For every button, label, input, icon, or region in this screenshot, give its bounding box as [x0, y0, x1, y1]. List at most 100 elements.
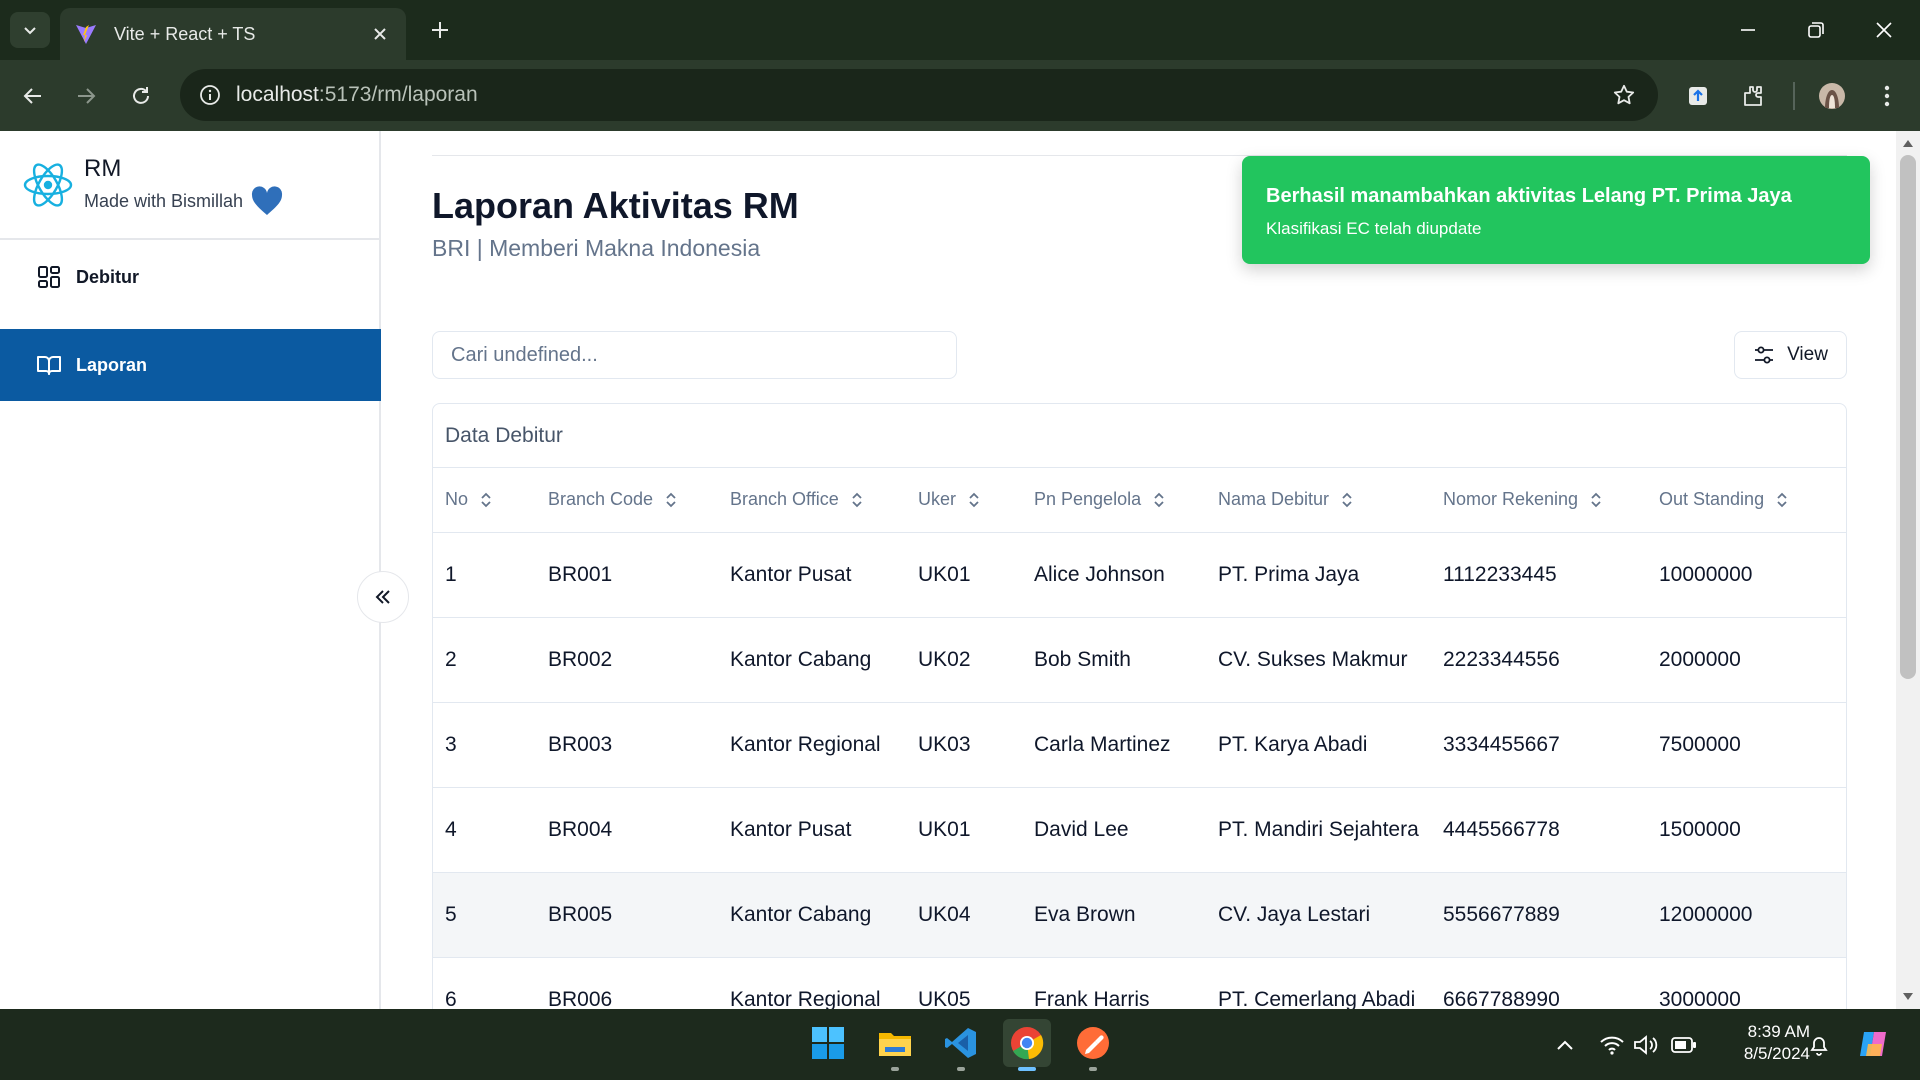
vscode-icon[interactable]: [937, 1019, 985, 1071]
sort-chevrons-icon[interactable]: [849, 491, 865, 509]
table-cell: UK04: [906, 872, 1022, 958]
sidebar-item-debitur[interactable]: Debitur: [0, 241, 381, 313]
table-cell: 1500000: [1647, 787, 1846, 873]
tab-search-button[interactable]: [10, 12, 50, 48]
data-table: Data Debitur No Branch Code Branch Office U…: [432, 403, 1847, 1009]
browser-tab[interactable]: Vite + React + TS: [60, 8, 406, 60]
column-header[interactable]: No: [433, 468, 536, 533]
table-cell: 2223344556: [1431, 617, 1647, 703]
table-cell: Kantor Cabang: [718, 872, 906, 958]
extensions-puzzle-icon[interactable]: [1735, 78, 1771, 114]
address-bar[interactable]: localhost:5173/rm/laporan: [180, 69, 1658, 121]
reload-button[interactable]: [123, 78, 159, 114]
forward-button[interactable]: [68, 78, 104, 114]
sort-chevrons-icon[interactable]: [1588, 491, 1604, 509]
column-header-content: Out Standing: [1659, 489, 1790, 510]
column-header-label: Nomor Rekening: [1443, 489, 1579, 510]
extension-download-icon[interactable]: [1680, 78, 1716, 114]
volume-icon[interactable]: [1632, 1031, 1660, 1059]
sort-chevrons-icon[interactable]: [1151, 491, 1167, 509]
table-row[interactable]: 2 BR002 Kantor Cabang UK02 Bob Smith CV. Suks…: [433, 617, 1846, 703]
table-cell: 2000000: [1647, 617, 1846, 703]
column-header[interactable]: Nama Debitur: [1206, 468, 1431, 533]
reload-icon: [133, 87, 149, 104]
table-cell: BR006: [536, 957, 718, 1009]
scroll-up-arrow-icon[interactable]: [1902, 139, 1914, 149]
toolbar-separator: [1793, 82, 1795, 110]
table-row[interactable]: 4 BR004 Kantor Pusat UK01 David Lee PT. Mandi…: [433, 787, 1846, 873]
table-header-row: No Branch Code Branch Office Uker Pn Pengelo…: [433, 468, 1846, 533]
view-button-label: View: [1787, 344, 1828, 365]
table-row[interactable]: 6 BR006 Kantor Regional UK05 Frank Harris PT.…: [433, 957, 1846, 1009]
bookmark-star-icon[interactable]: [1606, 77, 1642, 113]
table-row[interactable]: 1 BR001 Kantor Pusat UK01 Alice Johnson PT. P…: [433, 532, 1846, 618]
table-cell: UK01: [906, 532, 1022, 618]
tab-title: Vite + React + TS: [114, 23, 256, 44]
table-cell: Carla Martinez: [1022, 702, 1206, 788]
running-indicator: [891, 1067, 899, 1071]
sort-chevrons-icon[interactable]: [478, 491, 494, 509]
profile-avatar[interactable]: [1814, 78, 1850, 114]
table-cell: UK01: [906, 787, 1022, 873]
notification-bell-icon[interactable]: [1805, 1031, 1833, 1059]
table-cell: PT. Karya Abadi: [1206, 702, 1431, 788]
postman-icon[interactable]: [1069, 1019, 1117, 1071]
column-header-content: Branch Code: [548, 489, 679, 510]
column-header[interactable]: Uker: [906, 468, 1022, 533]
table-row[interactable]: 5 BR005 Kantor Cabang UK04 Eva Brown CV. Jaya…: [433, 872, 1846, 958]
column-header-label: Branch Office: [730, 489, 839, 510]
page-title: Laporan Aktivitas RM: [432, 185, 799, 226]
running-indicator: [1018, 1067, 1036, 1071]
success-toast[interactable]: Berhasil manambahkan aktivitas Lelang PT…: [1242, 156, 1870, 264]
app-tagline: Made with Bismillah: [84, 191, 244, 211]
taskbar-clock[interactable]: 8:39 AM 8/5/2024: [1720, 1021, 1810, 1065]
sort-chevrons-icon[interactable]: [663, 491, 679, 509]
search-input[interactable]: [432, 331, 957, 379]
clock-date: 8/5/2024: [1743, 1044, 1810, 1063]
sidebar-item-label: Laporan: [76, 354, 148, 375]
chevrons-left-icon: [375, 590, 390, 604]
wifi-icon[interactable]: [1598, 1031, 1626, 1059]
sort-chevrons-icon[interactable]: [1774, 491, 1790, 509]
table-cell: PT. Cemerlang Abadi: [1206, 957, 1431, 1009]
new-tab-button[interactable]: [424, 14, 456, 46]
sliders-icon: [1755, 346, 1774, 364]
table-cell: 10000000: [1647, 532, 1846, 618]
arrow-left-icon: [23, 88, 41, 104]
column-header-label: No: [445, 489, 469, 510]
view-options-button[interactable]: View: [1734, 331, 1847, 379]
column-header[interactable]: Branch Code: [536, 468, 718, 533]
scroll-down-arrow-icon[interactable]: [1902, 991, 1914, 1001]
minimize-button[interactable]: [1732, 14, 1764, 46]
file-explorer-icon[interactable]: [871, 1019, 919, 1071]
browser-menu-button[interactable]: [1869, 78, 1905, 114]
column-header[interactable]: Branch Office: [718, 468, 906, 533]
toast-title: Berhasil manambahkan aktivitas Lelang PT…: [1266, 185, 1792, 207]
sort-chevrons-icon[interactable]: [1339, 491, 1355, 509]
column-header[interactable]: Out Standing: [1647, 468, 1846, 533]
column-header[interactable]: Pn Pengelola: [1022, 468, 1206, 533]
app-name: RM: [84, 155, 122, 182]
table-row[interactable]: 3 BR003 Kantor Regional UK03 Carla Martinez P…: [433, 702, 1846, 788]
table-cell: 4: [433, 787, 536, 873]
site-info-icon[interactable]: [194, 79, 226, 111]
sort-chevrons-icon[interactable]: [966, 491, 982, 509]
battery-icon[interactable]: [1670, 1031, 1698, 1059]
minimize-icon: [1741, 29, 1755, 31]
sidebar-item-laporan[interactable]: Laporan: [0, 329, 381, 401]
scrollbar-thumb[interactable]: [1900, 155, 1916, 679]
page-scrollbar[interactable]: [1896, 131, 1920, 1009]
table-cell: UK02: [906, 617, 1022, 703]
restore-button[interactable]: [1800, 14, 1832, 46]
column-header[interactable]: Nomor Rekening: [1431, 468, 1647, 533]
windows-start-icon[interactable]: [804, 1019, 852, 1067]
collapse-sidebar-button[interactable]: [357, 571, 409, 623]
close-window-button[interactable]: [1868, 14, 1900, 46]
arrow-right-icon: [78, 88, 96, 104]
chrome-icon[interactable]: [1003, 1019, 1051, 1071]
table-cell: PT. Mandiri Sejahtera: [1206, 787, 1431, 873]
back-button[interactable]: [15, 78, 51, 114]
close-tab-icon[interactable]: [368, 22, 392, 46]
show-hidden-icons-chevron-up-icon[interactable]: [1551, 1031, 1579, 1059]
copilot-icon[interactable]: [1855, 1025, 1893, 1063]
